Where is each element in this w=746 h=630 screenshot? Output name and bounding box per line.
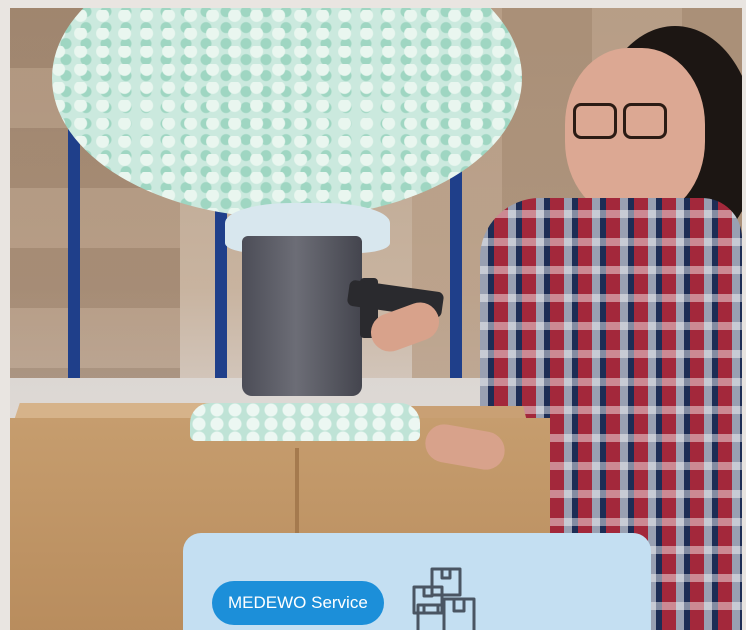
box-packing-chips: [190, 403, 420, 441]
glasses: [573, 103, 673, 139]
boxes-icon: [412, 567, 476, 630]
glasses-lens: [573, 103, 617, 139]
page: MEDEWO Service: [0, 0, 746, 630]
filling-hose: [242, 236, 362, 396]
service-button[interactable]: MEDEWO Service: [212, 581, 384, 625]
glasses-lens: [623, 103, 667, 139]
service-card: MEDEWO Service: [183, 533, 651, 630]
